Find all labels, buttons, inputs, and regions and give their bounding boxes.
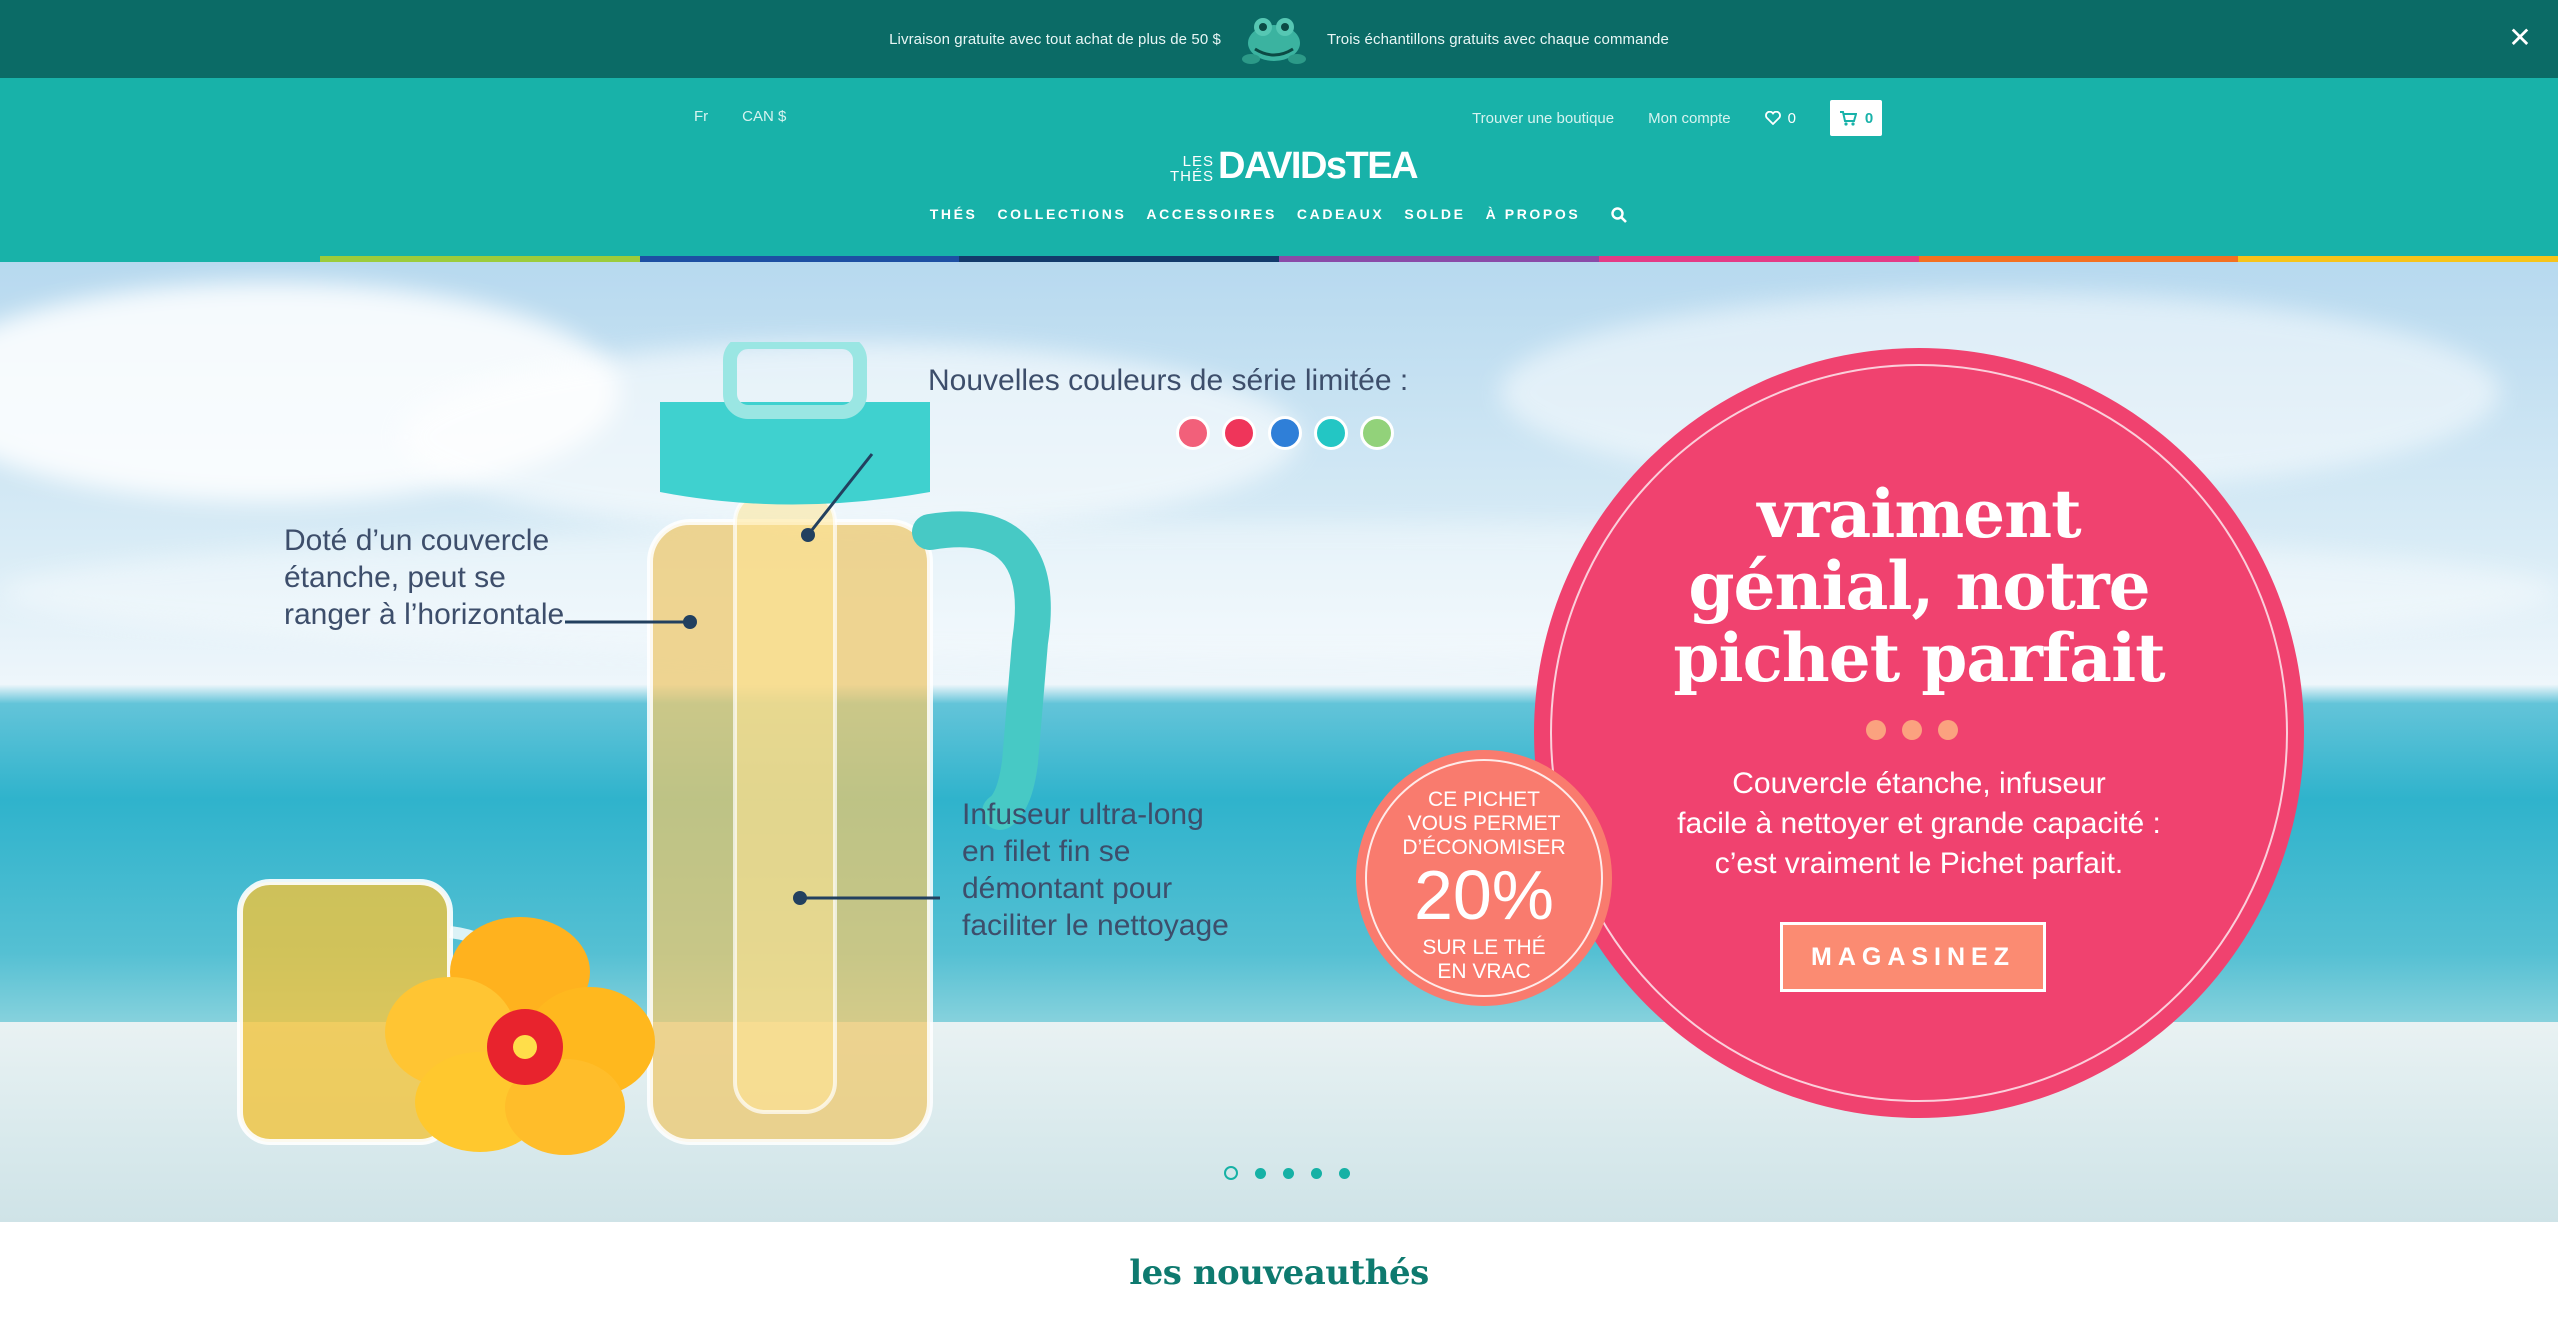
- hero-carousel[interactable]: Nouvelles couleurs de série limitée : Do…: [0, 262, 2558, 1222]
- annotation-lid: Doté d’un couvercle étanche, peut se ran…: [284, 522, 564, 633]
- frog-logo-icon: [1241, 18, 1306, 64]
- utility-right: Trouver une boutique Mon compte 0 0: [1472, 100, 1882, 136]
- nav-item-a-propos[interactable]: À PROPOS: [1486, 206, 1581, 224]
- logo-brand: DAVIDsTEA: [1218, 145, 1419, 187]
- language-link[interactable]: Fr: [694, 108, 708, 125]
- hero-body: Couvercle étanche, infuseur facile à net…: [1624, 764, 2214, 884]
- swatch-green[interactable]: [1360, 416, 1394, 450]
- find-store-link[interactable]: Trouver une boutique: [1472, 110, 1614, 127]
- cart-icon: [1839, 111, 1857, 126]
- annotation-infuser: Infuseur ultra-long en filet fin se démo…: [962, 796, 1229, 944]
- annotation-infuser-line: en filet fin se: [962, 835, 1131, 868]
- carousel-dot[interactable]: [1283, 1167, 1294, 1179]
- currency-selector[interactable]: CAN $: [742, 108, 786, 125]
- cart-count: 0: [1864, 109, 1874, 127]
- section-title-new-teas: les nouveauthés: [1129, 1253, 1429, 1293]
- badge-bottom-line: SUR LE THÉ: [1422, 936, 1546, 959]
- logo-les: LES: [1182, 153, 1215, 170]
- badge-percent: 20%: [1413, 856, 1555, 934]
- hero-body-line: Couvercle étanche, infuseur: [1732, 767, 2106, 800]
- main-nav: THÉS COLLECTIONS ACCESSOIRES CADEAUX SOL…: [0, 206, 2558, 224]
- color-swatches: [1176, 416, 1394, 450]
- shop-button[interactable]: MAGASINEZ: [1780, 922, 2046, 992]
- annotation-colors-title: Nouvelles couleurs de série limitée :: [928, 364, 1409, 397]
- decorative-dots: [1866, 720, 1958, 740]
- annotation-lid-line: étanche, peut se: [284, 561, 506, 594]
- search-icon[interactable]: [1610, 206, 1628, 224]
- utility-left: Fr CAN $: [694, 108, 786, 125]
- nav-item-collections[interactable]: COLLECTIONS: [997, 206, 1126, 224]
- hero-headline: vraiment génial, notre pichet parfait: [1534, 478, 2304, 694]
- hero-headline-line: génial, notre: [1688, 547, 2150, 625]
- badge-bottom-line: EN VRAC: [1437, 960, 1531, 983]
- pitcher-product-image: [237, 342, 1051, 1155]
- carousel-pagination: [1224, 1166, 1350, 1180]
- nav-item-thes[interactable]: THÉS: [930, 206, 978, 224]
- badge-bottom-text: SUR LE THÉ EN VRAC: [1356, 936, 1612, 984]
- wishlist-link[interactable]: 0: [1764, 109, 1796, 127]
- nav-item-solde[interactable]: SOLDE: [1404, 206, 1465, 224]
- promo-free-samples: Trois échantillons gratuits avec chaque …: [1326, 30, 1669, 48]
- annotation-infuser-line: Infuseur ultra-long: [962, 798, 1204, 831]
- promo-banner: Livraison gratuite avec tout achat de pl…: [0, 0, 2558, 78]
- promo-circle: vraiment génial, notre pichet parfait Co…: [1534, 348, 2304, 1118]
- site-logo[interactable]: LES THÉS DAVIDsTEA: [1170, 145, 1419, 187]
- logo-prefix: LES THÉS: [1170, 154, 1214, 184]
- hero-headline-line: vraiment: [1757, 475, 2081, 553]
- swatch-blue[interactable]: [1268, 416, 1302, 450]
- nav-item-cadeaux[interactable]: CADEAUX: [1297, 206, 1384, 224]
- logo-thes: THÉS: [1170, 168, 1215, 185]
- promo-free-shipping: Livraison gratuite avec tout achat de pl…: [889, 30, 1221, 48]
- badge-top-line: VOUS PERMET: [1407, 812, 1561, 835]
- heart-icon: [1764, 111, 1781, 125]
- carousel-dot[interactable]: [1339, 1167, 1350, 1179]
- badge-top-text: CE PICHET VOUS PERMET D’ÉCONOMISER: [1356, 788, 1612, 860]
- hero-body-line: facile à nettoyer et grande capacité :: [1677, 807, 2161, 840]
- discount-badge: CE PICHET VOUS PERMET D’ÉCONOMISER 20% S…: [1356, 750, 1612, 1006]
- account-link[interactable]: Mon compte: [1648, 110, 1731, 127]
- swatch-coral[interactable]: [1176, 416, 1210, 450]
- carousel-dot[interactable]: [1255, 1167, 1266, 1179]
- carousel-dot[interactable]: [1224, 1166, 1238, 1180]
- annotation-infuser-line: démontant pour: [962, 872, 1173, 905]
- site-header: Fr CAN $ Trouver une boutique Mon compte…: [0, 78, 2558, 262]
- wishlist-count: 0: [1787, 109, 1796, 127]
- annotation-lid-line: ranger à l’horizontale: [284, 598, 565, 631]
- close-icon[interactable]: ✕: [2504, 22, 2536, 54]
- badge-top-line: CE PICHET: [1427, 788, 1540, 811]
- swatch-pink[interactable]: [1222, 416, 1256, 450]
- hero-headline-line: pichet parfait: [1673, 619, 2165, 697]
- annotation-lid-line: Doté d’un couvercle: [284, 524, 550, 557]
- nav-item-accessoires[interactable]: ACCESSOIRES: [1146, 206, 1277, 224]
- swatch-teal[interactable]: [1314, 416, 1348, 450]
- carousel-dot[interactable]: [1311, 1167, 1322, 1179]
- cart-button[interactable]: 0: [1830, 100, 1882, 136]
- annotation-infuser-line: faciliter le nettoyage: [962, 909, 1229, 942]
- hero-body-line: c’est vraiment le Pichet parfait.: [1714, 847, 2124, 880]
